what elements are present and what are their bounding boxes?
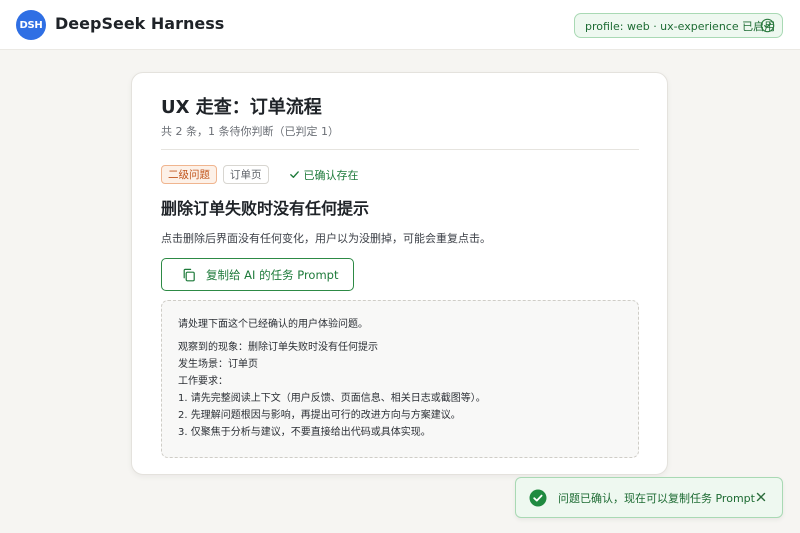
prompt-scene: 发生场景：订单页	[178, 359, 258, 370]
prompt-requirement-item: 3. 仅聚焦于分析与建议，不要直接给出代码或具体实现。	[178, 427, 431, 438]
severity-tag: 二级问题	[161, 165, 217, 184]
divider	[161, 149, 639, 150]
profile-badge-label: profile: web · ux-experience 已启用	[585, 19, 776, 33]
profile-badge[interactable]: profile: web · ux-experience 已启用	[574, 13, 783, 38]
review-summary: 共 2 条，1 条待你判断（已判定 1）	[161, 125, 339, 138]
prompt-requirement-item: 2. 先理解问题根因与影响，再提出可行的改进方向与方案建议。	[178, 410, 461, 421]
issue-description: 点击删除后界面没有任何变化，用户以为没删掉，可能会重复点击。	[161, 232, 491, 245]
ux-review-card: UX 走查：订单流程 共 2 条，1 条待你判断（已判定 1） 二级问题 订单页…	[131, 72, 668, 475]
page-title: UX 走查：订单流程	[161, 97, 322, 118]
success-toast: 问题已确认，现在可以复制任务 Prompt	[515, 477, 783, 518]
page-tag: 订单页	[223, 165, 269, 184]
copy-prompt-label: 复制给 AI 的任务 Prompt	[206, 267, 339, 282]
toast-message: 问题已确认，现在可以复制任务 Prompt	[558, 491, 755, 505]
prompt-intro: 请处理下面这个已经确认的用户体验问题。	[178, 319, 368, 330]
issue-title: 删除订单失败时没有任何提示	[161, 199, 370, 218]
app-logo: DSH	[16, 10, 46, 40]
top-bar: DSH DeepSeek Harness profile: web · ux-e…	[0, 0, 800, 50]
checkmark-icon	[289, 171, 299, 178]
prompt-requirement-item: 1. 请先完整阅读上下文（用户反馈、页面信息、相关日志或截图等）。	[178, 393, 486, 404]
confirmed-status: 已确认存在	[289, 167, 359, 183]
prompt-preview: 请处理下面这个已经确认的用户体验问题。 观察到的现象：删除订单失败时没有任何提示…	[161, 300, 639, 458]
close-icon[interactable]	[754, 490, 768, 504]
check-circle-filled-icon	[529, 489, 547, 506]
prompt-observed: 观察到的现象：删除订单失败时没有任何提示	[178, 342, 378, 353]
issue-tags: 二级问题 订单页 已确认存在	[161, 165, 359, 184]
copy-icon	[183, 268, 195, 281]
confirmed-label: 已确认存在	[303, 168, 359, 182]
copy-prompt-button[interactable]: 复制给 AI 的任务 Prompt	[161, 258, 354, 291]
check-circle-icon	[760, 18, 775, 33]
app-title: DeepSeek Harness	[55, 14, 225, 33]
prompt-requirements-title: 工作要求：	[178, 376, 228, 387]
